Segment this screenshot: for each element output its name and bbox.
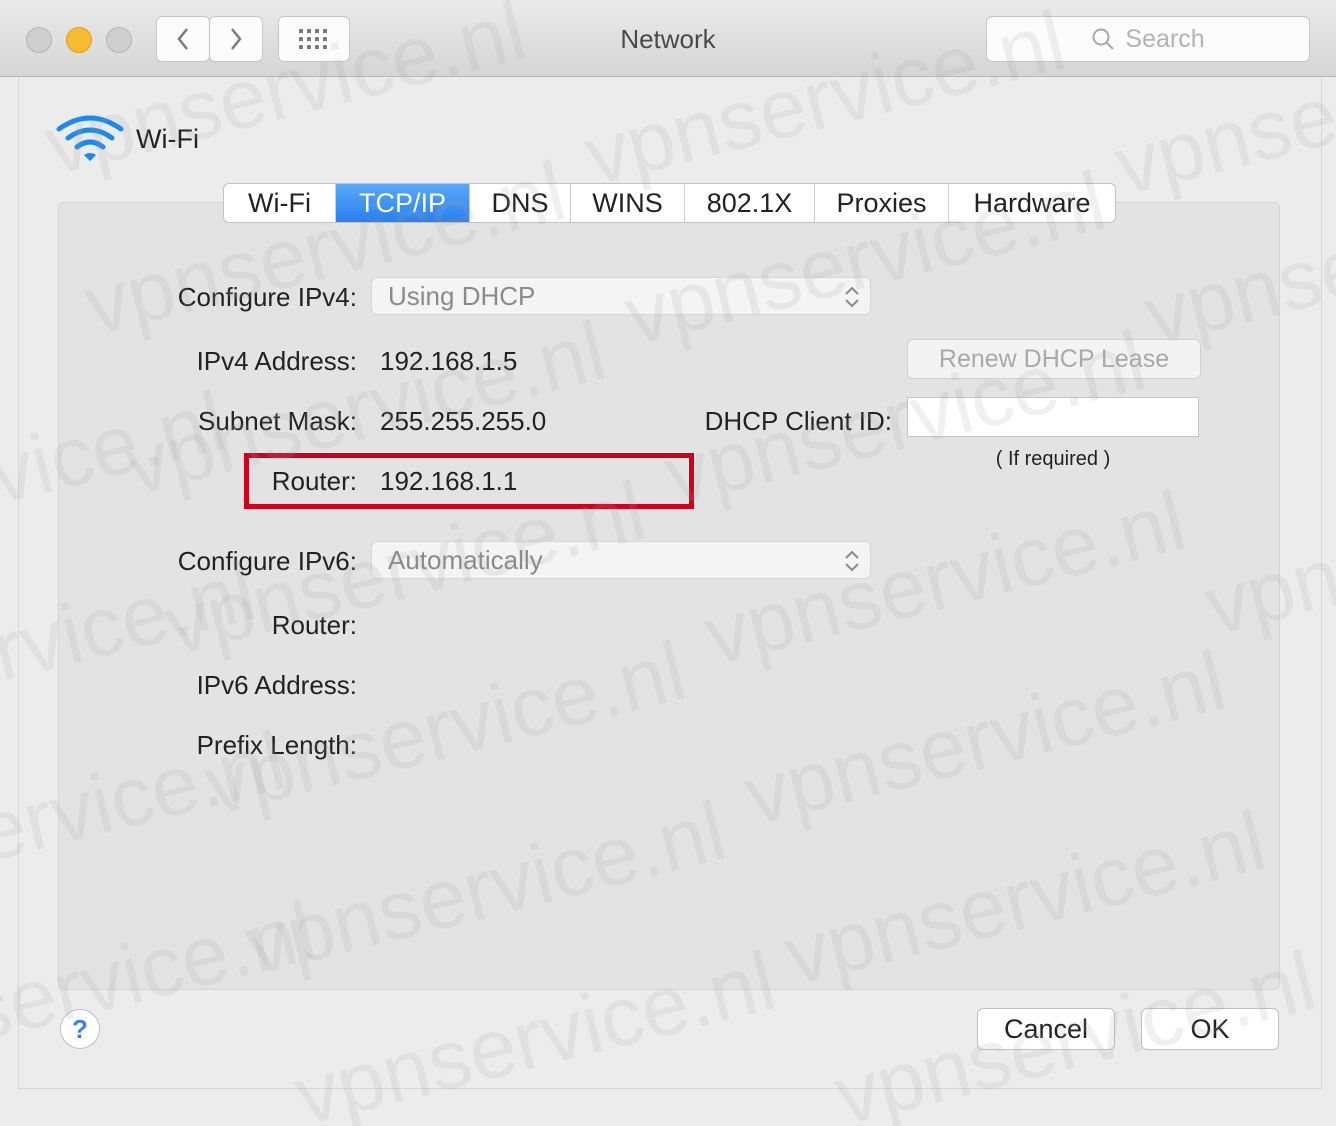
tab-wins[interactable]: WINS <box>571 184 685 222</box>
configure-ipv6-value: Automatically <box>388 544 543 575</box>
title-bar: Network Search <box>0 0 1336 77</box>
tab-bar: Wi-Fi TCP/IP DNS WINS 802.1X Proxies Har… <box>223 183 1116 223</box>
settings-panel <box>58 202 1280 990</box>
subnet-mask-label: Subnet Mask: <box>198 406 357 436</box>
tab-proxies[interactable]: Proxies <box>815 184 949 222</box>
ipv6-address-label: IPv6 Address: <box>196 670 357 700</box>
configure-ipv6-select[interactable]: Automatically <box>371 541 871 579</box>
help-button[interactable]: ? <box>60 1009 100 1049</box>
ok-button[interactable]: OK <box>1141 1008 1279 1050</box>
ipv6-router-label: Router: <box>271 610 357 640</box>
tab-tcpip[interactable]: TCP/IP <box>336 184 470 222</box>
dhcp-client-id-field[interactable] <box>907 397 1199 437</box>
interface-name: Wi-Fi <box>136 124 199 154</box>
subnet-mask-value: 255.255.255.0 <box>380 406 547 436</box>
cancel-button[interactable]: Cancel <box>977 1008 1115 1050</box>
search-icon <box>1092 28 1115 50</box>
configure-ipv4-label: Configure IPv4: <box>177 282 357 312</box>
configure-ipv6-label: Configure IPv6: <box>177 546 357 576</box>
chevron-updown-icon <box>845 286 859 308</box>
prefix-length-label: Prefix Length: <box>196 730 357 760</box>
configure-ipv4-value: Using DHCP <box>388 280 536 311</box>
tab-hardware[interactable]: Hardware <box>949 184 1115 222</box>
wifi-icon <box>56 115 124 161</box>
tab-dns[interactable]: DNS <box>470 184 571 222</box>
configure-ipv4-select[interactable]: Using DHCP <box>371 277 871 315</box>
chevron-updown-icon <box>845 550 859 572</box>
router-highlight-box <box>244 453 694 509</box>
renew-dhcp-lease-button[interactable]: Renew DHCP Lease <box>907 339 1201 379</box>
ipv4-address-label: IPv4 Address: <box>196 346 357 376</box>
search-placeholder: Search <box>1125 24 1205 53</box>
dhcp-client-id-hint: ( If required ) <box>995 448 1111 470</box>
tab-8021x[interactable]: 802.1X <box>685 184 815 222</box>
ipv4-address-value: 192.168.1.5 <box>380 346 518 376</box>
search-input[interactable]: Search <box>986 16 1310 62</box>
tab-wifi[interactable]: Wi-Fi <box>224 184 336 222</box>
dhcp-client-id-label: DHCP Client ID: <box>704 406 892 436</box>
